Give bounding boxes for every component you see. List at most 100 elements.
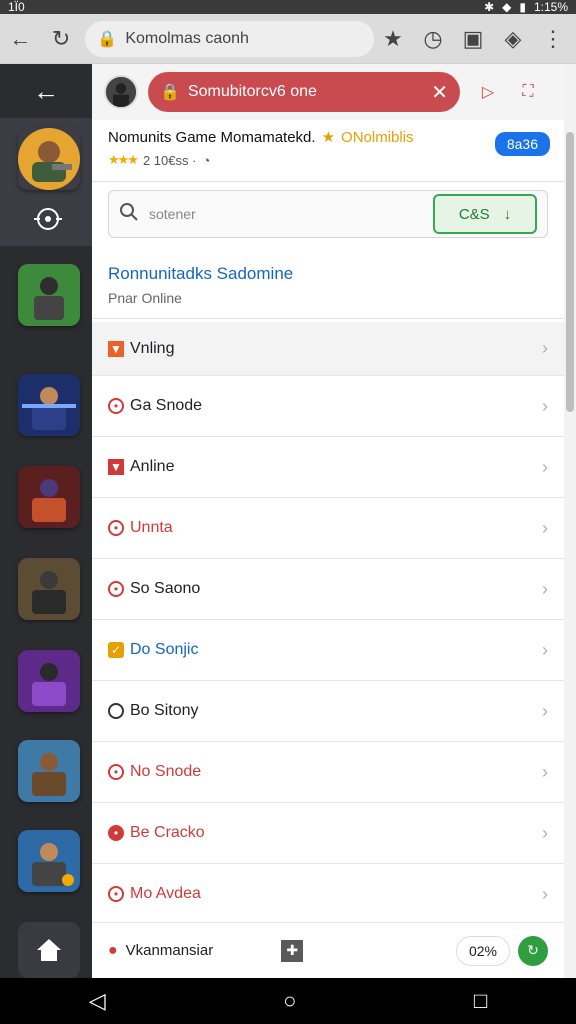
list-item[interactable]: • Unnta › bbox=[92, 498, 564, 559]
refresh-icon[interactable]: ↻ bbox=[518, 935, 548, 966]
list-item[interactable]: ✓ Do Sonjic › bbox=[92, 620, 564, 681]
more-icon[interactable]: ⋮ bbox=[534, 17, 572, 61]
list-item[interactable]: • Mo Avdea › bbox=[92, 864, 564, 925]
home-icon[interactable] bbox=[18, 922, 80, 978]
page-title[interactable]: Ronnunitadks Sadomine bbox=[108, 264, 548, 284]
ring-icon: • bbox=[108, 520, 124, 536]
list-item[interactable]: ▼ Vnling › bbox=[92, 322, 564, 376]
scrollbar-thumb[interactable] bbox=[566, 132, 574, 412]
bluetooth-icon: ✱ bbox=[484, 0, 495, 14]
bottom-label: Vkanmansiar bbox=[125, 942, 214, 959]
sidebar-app-1[interactable] bbox=[18, 128, 80, 190]
chevron-right-icon: › bbox=[542, 883, 548, 904]
page-header: Ronnunitadks Sadomine Pnar Online bbox=[92, 246, 564, 319]
status-time: 1:15% bbox=[533, 0, 568, 14]
list-item[interactable]: • No Snode › bbox=[92, 742, 564, 803]
search-icon bbox=[119, 202, 139, 227]
ring-icon: • bbox=[108, 398, 124, 414]
expand-icon[interactable]: ⛶ bbox=[516, 80, 540, 104]
browser-toolbar: ← ↻ 🔒 Komolmas caonh ★ ◷ ▣ ◈ ⋮ bbox=[0, 14, 576, 64]
ring-icon: • bbox=[108, 825, 124, 841]
sidebar-app-7[interactable] bbox=[18, 740, 80, 802]
ring-icon: • bbox=[108, 886, 124, 902]
wifi-icon: ◆ bbox=[502, 0, 512, 14]
star-icon[interactable]: ★ bbox=[374, 17, 412, 61]
sidebar-app-6[interactable] bbox=[18, 650, 80, 712]
record-icon: ● bbox=[108, 941, 118, 959]
ring-icon: • bbox=[108, 581, 124, 597]
shield-icon[interactable]: ◈ bbox=[494, 17, 532, 61]
chevron-right-icon: › bbox=[542, 338, 548, 358]
lock-icon: 🔒 bbox=[97, 30, 118, 48]
percent-chip[interactable]: 02% bbox=[455, 935, 510, 966]
flag-icon: ▼ bbox=[108, 340, 124, 357]
close-icon[interactable]: ✕ bbox=[431, 80, 448, 105]
sidebar-app-2[interactable] bbox=[18, 264, 80, 326]
page-subtitle: Pnar Online bbox=[108, 290, 182, 306]
chevron-right-icon: › bbox=[542, 822, 548, 843]
app-header: Nomunits Game Momamatekd. ★ ONolmiblis ★… bbox=[92, 120, 564, 182]
download-icon: ↓ bbox=[503, 205, 512, 223]
scrollbar[interactable] bbox=[564, 64, 576, 978]
reload-icon[interactable]: ↻ bbox=[41, 17, 82, 61]
chevron-right-icon: › bbox=[542, 578, 548, 599]
search-input[interactable]: sotener C&S ↓ bbox=[108, 190, 548, 238]
rating-text: 2 10€ss · bbox=[142, 152, 197, 168]
app-sidebar: ← bbox=[0, 64, 92, 978]
sidebar-sub-icon[interactable] bbox=[28, 204, 68, 234]
battery-icon: ▮ bbox=[519, 0, 526, 14]
tabs-icon[interactable]: ▣ bbox=[454, 17, 492, 61]
rating-stars-icon: ★★★ bbox=[108, 152, 139, 167]
get-button[interactable]: C&S ↓ bbox=[433, 194, 537, 234]
bottom-action-row: ● Vkanmansiar ✚ 02% ↻ bbox=[92, 922, 564, 978]
chevron-right-icon: › bbox=[542, 395, 548, 416]
sidebar-app-3[interactable] bbox=[18, 374, 80, 436]
status-left-text: 1Ï0 bbox=[8, 0, 25, 14]
developer-name[interactable]: ONolmiblis bbox=[341, 129, 414, 146]
list-item[interactable]: • Be Cracko › bbox=[92, 803, 564, 864]
star-icon: ★ bbox=[321, 129, 336, 146]
status-bar: 1Ï0 ✱ ◆ ▮ 1:15% bbox=[0, 0, 576, 14]
lock-icon: 🔒 bbox=[160, 84, 180, 101]
nav-recents-icon[interactable]: □ bbox=[474, 988, 487, 1014]
info-icon: ◔ bbox=[202, 152, 211, 168]
chevron-right-icon: › bbox=[542, 700, 548, 721]
list-item[interactable]: • So Saono › bbox=[92, 559, 564, 620]
chevron-right-icon: › bbox=[542, 456, 548, 477]
sidebar-app-4[interactable] bbox=[18, 466, 80, 528]
chevron-right-icon: › bbox=[542, 639, 548, 660]
search-row: sotener C&S ↓ bbox=[92, 182, 564, 246]
sidebar-app-8[interactable] bbox=[18, 830, 80, 892]
list-item[interactable]: Bo Sitony › bbox=[92, 681, 564, 742]
get-button-label: C&S bbox=[458, 205, 490, 223]
app-title: Nomunits Game Momamatekd. bbox=[108, 128, 316, 146]
user-avatar[interactable] bbox=[104, 75, 138, 109]
clock-icon[interactable]: ◷ bbox=[414, 17, 452, 61]
sidebar-app-5[interactable] bbox=[18, 558, 80, 620]
chevron-right-icon: › bbox=[542, 517, 548, 538]
search-placeholder: sotener bbox=[149, 206, 196, 222]
tab-title: Somubitorcv6 one bbox=[187, 83, 317, 100]
list-item[interactable]: ▼ Anline › bbox=[92, 437, 564, 498]
nav-back-icon[interactable]: ◁ bbox=[89, 988, 106, 1014]
split-icon[interactable]: ✚ bbox=[281, 939, 304, 962]
chevron-right-icon: › bbox=[542, 761, 548, 782]
tab-bar: 🔒 Somubitorcv6 one ✕ ▷ ⛶ bbox=[92, 64, 564, 120]
back-arrow-icon[interactable]: ← bbox=[0, 17, 41, 61]
menu-list: ▼ Vnling › • Ga Snode › ▼ Anline › • Unnta › • So… bbox=[92, 322, 564, 925]
circle-icon bbox=[108, 703, 124, 719]
play-icon[interactable]: ▷ bbox=[476, 80, 500, 104]
list-item[interactable]: • Ga Snode › bbox=[92, 376, 564, 437]
check-icon: ✓ bbox=[108, 642, 124, 658]
hero-avatar-icon bbox=[18, 128, 80, 190]
version-badge[interactable]: 8a36 bbox=[494, 132, 550, 156]
system-navbar: ◁ ○ □ bbox=[0, 978, 576, 1024]
address-bar[interactable]: 🔒 Komolmas caonh bbox=[85, 20, 374, 57]
main-content: 🔒 Somubitorcv6 one ✕ ▷ ⛶ Nomunits Game M… bbox=[92, 64, 564, 978]
active-tab[interactable]: 🔒 Somubitorcv6 one ✕ bbox=[148, 72, 460, 112]
flag-icon: ▼ bbox=[108, 459, 124, 475]
url-text: Komolmas caonh bbox=[125, 29, 249, 47]
sidebar-back-icon[interactable]: ← bbox=[0, 64, 92, 118]
nav-home-icon[interactable]: ○ bbox=[283, 988, 296, 1014]
ring-icon: • bbox=[108, 764, 124, 780]
